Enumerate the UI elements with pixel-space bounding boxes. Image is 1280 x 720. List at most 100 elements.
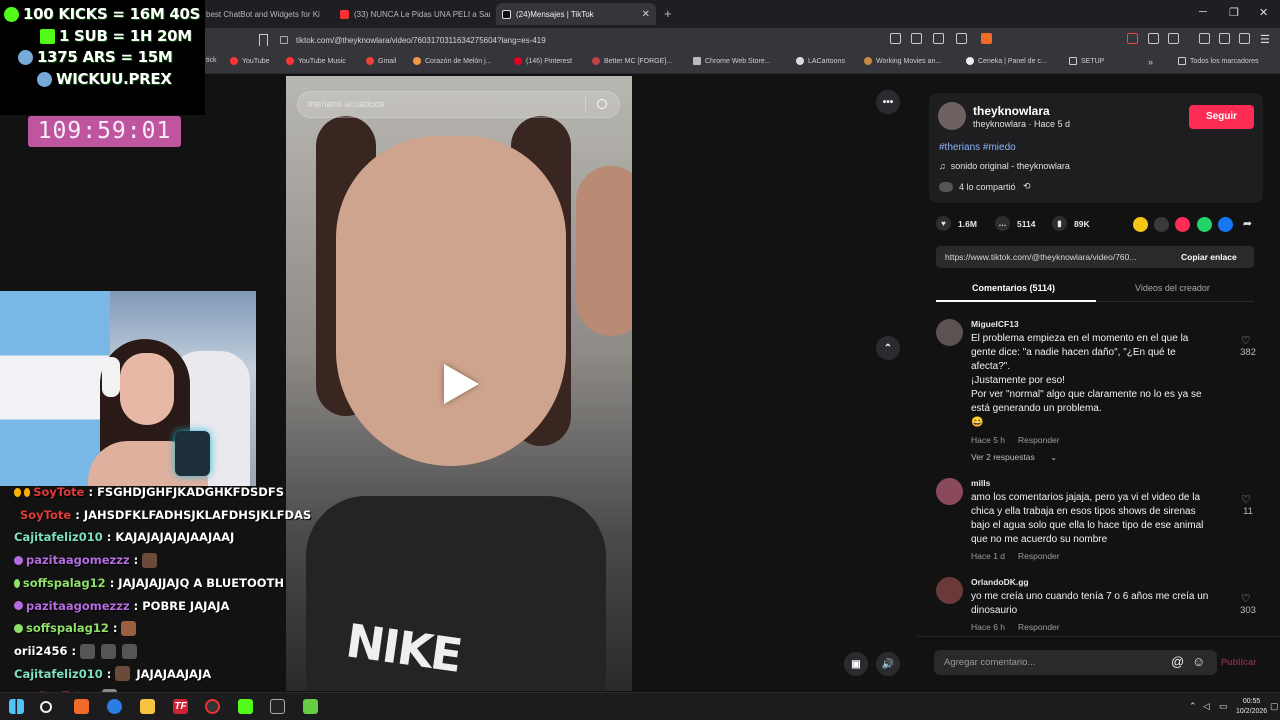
edge-icon[interactable] [107,699,122,714]
comment-avatar[interactable] [936,577,963,604]
copy-link-button[interactable]: Copiar enlace [1181,252,1237,262]
comment-username[interactable]: mills [971,478,990,488]
save-button[interactable]: ▮ 89K [1052,216,1090,231]
youtube-icon [340,9,349,19]
chat-message: soffspalag12: [14,617,284,640]
tab-creator-videos[interactable]: Videos del creador [1135,283,1210,293]
close-window-icon[interactable]: ✕ [1259,6,1268,19]
share-more-icon[interactable]: ➦ [1240,217,1255,232]
system-clock[interactable]: 00:55 10/2/2026 [1236,697,1267,717]
search-placeholder: therians acuaticos [308,99,385,110]
sidebar-icon[interactable] [1168,33,1179,44]
previous-video-icon[interactable]: ⌃ [876,336,900,360]
brave-icon[interactable] [74,699,89,714]
comment-avatar[interactable] [936,478,963,505]
view-replies-button[interactable]: Ver 2 respuestas ⌄ [971,452,1070,463]
browser-tab[interactable]: best ChatBot and Widgets for Ki [200,3,326,25]
reply-button[interactable]: Responder [1018,622,1060,632]
search-input[interactable]: therians acuaticos [297,91,620,118]
extension-icon[interactable] [1127,33,1138,44]
whatsapp-icon[interactable] [1197,217,1212,232]
bookmark-item[interactable]: Working Movies an... [864,57,941,65]
file-explorer-icon[interactable] [140,699,155,714]
comment-like-icon[interactable]: ♡ [1241,592,1251,605]
embed-icon[interactable] [1154,217,1169,232]
extension-icon[interactable] [1219,33,1230,44]
music-icon[interactable] [1199,33,1210,44]
avatars-icon [939,181,953,192]
hashtags[interactable]: #therians #miedo [939,142,1016,153]
wallet-icon[interactable] [1239,33,1250,44]
bookmark-folder[interactable]: Todos los marcadores [1178,57,1258,65]
more-bookmarks-icon[interactable]: » [1148,57,1153,67]
share-page-icon[interactable] [956,33,967,44]
browser-tab[interactable]: (33) NUNCA Le Pidas UNA PELI a Sar [334,3,490,25]
search-icon[interactable] [597,99,607,109]
play-icon[interactable] [444,364,479,404]
facebook-icon[interactable] [1218,217,1233,232]
site-info-icon[interactable] [280,36,288,44]
obs-icon[interactable] [205,699,220,714]
kick-icon[interactable] [238,699,253,714]
creator-username[interactable]: theyknowlara [973,104,1050,118]
comment-like-icon[interactable]: ♡ [1241,493,1251,506]
bookmark-item[interactable]: tick [206,57,217,64]
shared-by[interactable]: 4 lo compartió ⟲ [939,181,1031,192]
bookmark-item[interactable]: Corazón de Melón j... [413,57,492,65]
app-icon[interactable]: TF [173,699,188,714]
url-field[interactable]: tiktok.com/@theyknowlara/video/760317031… [280,32,546,48]
bookmark-item[interactable]: LACartoons [796,57,845,65]
notifications-icon[interactable]: ▢ [1270,701,1279,712]
floating-player-icon[interactable]: ▣ [844,652,868,676]
reply-button[interactable]: Responder [1018,551,1060,561]
comment-username[interactable]: OrlandoDK.gg [971,577,1029,587]
publish-button[interactable]: Publicar [1221,657,1257,667]
new-tab-icon[interactable]: + [664,6,672,21]
volume-icon[interactable]: 🔊 [876,652,900,676]
comment-username[interactable]: MiguelCF13 [971,319,1019,329]
bookmark-folder[interactable]: SETUP [1069,57,1104,65]
translate-icon[interactable] [911,33,922,44]
comment-avatar[interactable] [936,319,963,346]
menu-icon[interactable]: ☰ [1260,33,1271,46]
close-tab-icon[interactable]: ✕ [632,9,650,20]
follow-button[interactable]: Seguir [1189,105,1254,129]
bookmark-page-icon[interactable] [259,34,268,46]
minimize-icon[interactable]: ─ [1199,6,1207,18]
bookmark-item[interactable]: Better MC [FORGE]... [592,57,672,65]
more-options-icon[interactable]: ••• [876,90,900,114]
share-coin-icon[interactable] [1133,217,1148,232]
tiktok-icon[interactable] [270,699,285,714]
bookmark-item[interactable]: YouTube Music [286,57,346,65]
tab-comments[interactable]: Comentarios (5114) [972,283,1055,293]
like-button[interactable]: ♥ 1.6M [936,216,977,231]
restore-icon[interactable]: ❐ [1229,6,1239,19]
browser-tab-active[interactable]: (24)Mensajes | TikTok ✕ [496,3,656,25]
emoji-icon[interactable]: ☺ [1192,654,1205,669]
creator-avatar[interactable] [938,102,966,130]
start-icon[interactable] [9,699,24,714]
mention-icon[interactable]: @ [1171,654,1184,669]
comment-button[interactable]: … 5114 [995,216,1035,231]
extensions-puzzle-icon[interactable] [1148,33,1159,44]
bookmark-item[interactable]: Ceneka | Panel de c... [966,57,1047,65]
comment-like-icon[interactable]: ♡ [1241,334,1251,347]
reply-button[interactable]: Responder [1018,435,1060,445]
cast-icon[interactable] [933,33,944,44]
bookmark-item[interactable]: YouTube [230,57,270,65]
chat-message: Cajitafeliz010: JAJAJAAJAJA [14,666,212,682]
speaker-icon[interactable]: ◁ [1203,701,1210,712]
bookmark-item[interactable]: Gmail [366,57,396,65]
minecraft-icon[interactable] [303,699,318,714]
search-icon[interactable] [40,701,52,713]
comment-input[interactable]: Agregar comentario... @ ☺ [934,650,1217,675]
bookmark-item[interactable]: Chrome Web Store... [693,57,771,65]
send-icon[interactable] [1175,217,1190,232]
tray-chevron-icon[interactable]: ⌃ [1189,701,1197,712]
sound-link[interactable]: ♫ sonido original - theyknowlara [939,161,1070,171]
bookmark-item[interactable]: (146) Pinterest [514,57,572,65]
share-link-text[interactable]: https://www.tiktok.com/@theyknowlara/vid… [945,252,1173,262]
extension-icon[interactable] [890,33,901,44]
brave-shield-icon[interactable] [981,33,992,44]
network-icon[interactable]: ▭ [1219,701,1228,712]
